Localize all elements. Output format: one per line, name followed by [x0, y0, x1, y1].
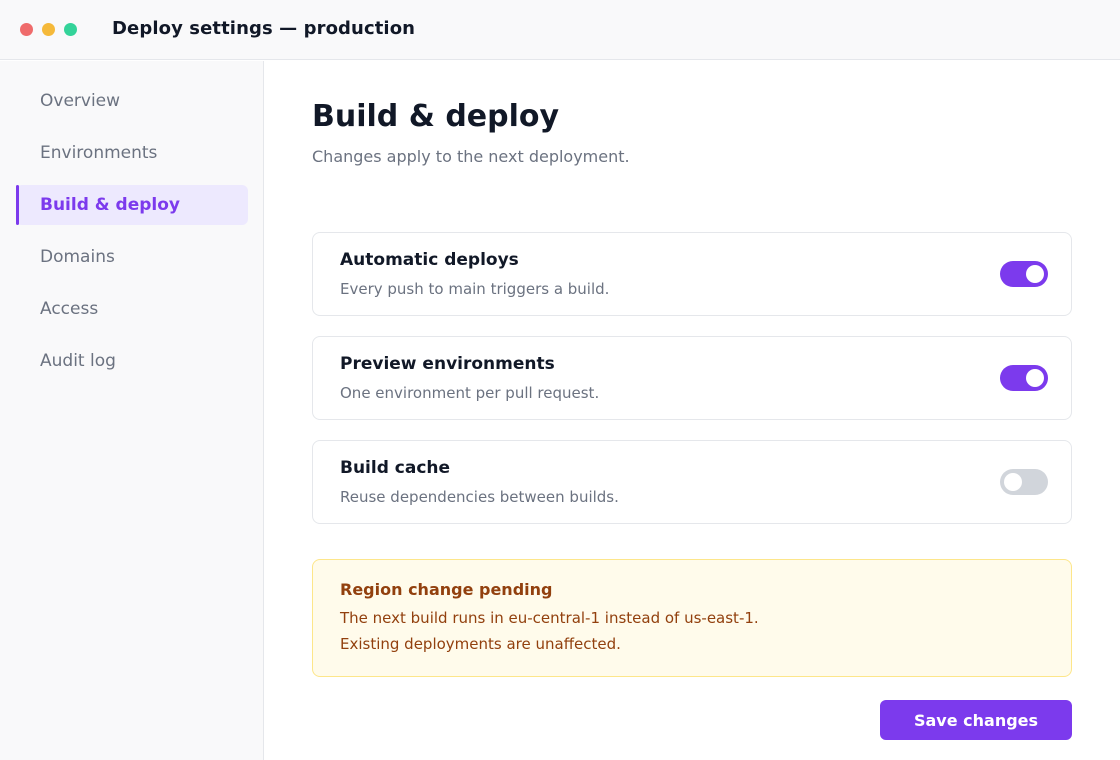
preview-environments-toggle[interactable]	[1000, 365, 1048, 391]
minimize-window-button[interactable]	[42, 23, 55, 36]
page-title: Build & deploy	[312, 99, 560, 134]
setting-description: Every push to main triggers a build.	[340, 280, 610, 298]
sidebar-item-access[interactable]: Access	[16, 289, 248, 329]
toggle-knob	[1004, 473, 1022, 491]
close-window-button[interactable]	[20, 23, 33, 36]
alert-message: The next build runs in eu-central-1 inst…	[340, 609, 759, 627]
region-change-alert: Region change pending The next build run…	[312, 559, 1072, 677]
sidebar: Overview Environments Build & deploy Dom…	[0, 61, 264, 760]
setting-description: One environment per pull request.	[340, 384, 600, 402]
zoom-window-button[interactable]	[64, 23, 77, 36]
sidebar-item-audit-log[interactable]: Audit log	[16, 341, 248, 381]
window-title: Deploy settings — production	[112, 18, 416, 39]
setting-card-automatic-deploys: Automatic deploys Every push to main tri…	[312, 232, 1072, 316]
main-content: Build & deploy Changes apply to the next…	[265, 61, 1120, 760]
toggle-knob	[1026, 369, 1044, 387]
sidebar-item-environments[interactable]: Environments	[16, 133, 248, 173]
window-controls	[20, 23, 77, 36]
toggle-knob	[1026, 265, 1044, 283]
alert-message: Existing deployments are unaffected.	[340, 635, 621, 653]
alert-title: Region change pending	[340, 580, 553, 599]
sidebar-item-overview[interactable]: Overview	[16, 81, 248, 121]
setting-card-preview-environments: Preview environments One environment per…	[312, 336, 1072, 420]
sidebar-item-build-deploy[interactable]: Build & deploy	[16, 185, 248, 225]
setting-title: Preview environments	[340, 354, 555, 374]
title-bar: Deploy settings — production	[0, 0, 1120, 60]
page-subtitle: Changes apply to the next deployment.	[312, 147, 630, 166]
sidebar-item-domains[interactable]: Domains	[16, 237, 248, 277]
setting-description: Reuse dependencies between builds.	[340, 488, 619, 506]
build-cache-toggle[interactable]	[1000, 469, 1048, 495]
save-changes-button[interactable]: Save changes	[880, 700, 1072, 740]
setting-title: Build cache	[340, 458, 451, 478]
setting-title: Automatic deploys	[340, 250, 519, 270]
automatic-deploys-toggle[interactable]	[1000, 261, 1048, 287]
setting-card-build-cache: Build cache Reuse dependencies between b…	[312, 440, 1072, 524]
